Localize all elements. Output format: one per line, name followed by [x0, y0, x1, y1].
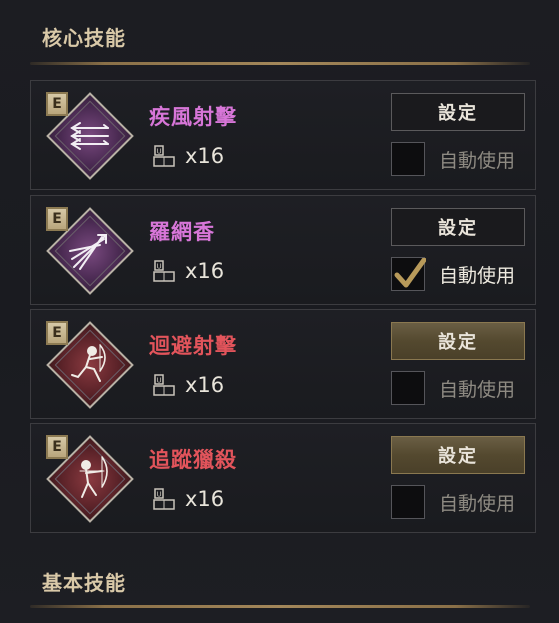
auto-use-label: 自動使用	[439, 378, 516, 401]
e-badge: E	[46, 207, 68, 231]
skill-card-3: E 迴避射擊 U x16 設定 自動使用	[30, 309, 536, 419]
e-badge: E	[46, 321, 68, 345]
leaping-archer-icon	[71, 344, 106, 382]
core-skills-header: 核心技能	[0, 0, 559, 65]
skill-count: U x16	[153, 486, 224, 512]
checkmark-icon	[394, 258, 426, 288]
auto-use-toggle[interactable]: 自動使用	[391, 370, 515, 406]
set-button[interactable]: 設定	[391, 93, 525, 131]
skill-icon-1[interactable]: E	[46, 92, 134, 180]
auto-use-checkbox[interactable]	[391, 142, 425, 176]
skill-name: 疾風射擊	[149, 105, 237, 129]
skill-icon-3[interactable]: E	[46, 321, 134, 409]
scroll-item-icon: U	[153, 488, 175, 510]
set-button[interactable]: 設定	[391, 436, 525, 474]
auto-use-checkbox[interactable]	[391, 371, 425, 405]
svg-text:U: U	[156, 263, 161, 271]
count-value: x16	[185, 144, 225, 168]
auto-use-label: 自動使用	[439, 264, 516, 287]
skill-name: 迴避射擊	[149, 334, 237, 358]
set-button[interactable]: 設定	[391, 322, 525, 360]
auto-use-checkbox[interactable]	[391, 485, 425, 519]
svg-text:U: U	[156, 148, 161, 156]
arrow-burst-icon	[69, 234, 107, 270]
skill-icon-2[interactable]: E	[46, 207, 134, 295]
aiming-archer-icon	[79, 456, 108, 498]
count-value: x16	[185, 373, 225, 397]
count-value: x16	[185, 259, 225, 283]
basic-divider	[30, 605, 530, 608]
count-value: x16	[185, 487, 225, 511]
svg-text:U: U	[156, 377, 161, 385]
skill-card-2: E 羅網香 U x16 設定 自動使用	[30, 195, 536, 305]
auto-use-checkbox[interactable]	[391, 257, 426, 291]
e-badge: E	[46, 435, 68, 459]
scroll-item-icon: U	[153, 260, 175, 282]
skill-name: 追蹤獵殺	[149, 448, 237, 472]
auto-use-toggle[interactable]: 自動使用	[391, 256, 515, 292]
e-badge: E	[46, 92, 68, 116]
basic-skills-header: 基本技能	[0, 545, 559, 608]
skill-count: U x16	[153, 258, 224, 284]
skill-count: U x16	[153, 143, 224, 169]
core-skills-title: 核心技能	[42, 26, 126, 50]
svg-text:U: U	[156, 491, 161, 499]
core-divider	[30, 62, 530, 65]
auto-use-toggle[interactable]: 自動使用	[391, 141, 515, 177]
auto-use-label: 自動使用	[439, 492, 516, 515]
skill-name: 羅網香	[149, 220, 215, 244]
auto-use-label: 自動使用	[439, 149, 516, 172]
skill-count: U x16	[153, 372, 224, 398]
auto-use-toggle[interactable]: 自動使用	[391, 484, 515, 520]
set-button[interactable]: 設定	[391, 208, 525, 246]
scroll-item-icon: U	[153, 374, 175, 396]
basic-skills-title: 基本技能	[42, 571, 126, 595]
skill-icon-4[interactable]: E	[46, 435, 134, 523]
triple-arrows-icon	[70, 122, 109, 150]
skill-card-1: E 疾風射擊 U x16 設定 自動使用	[30, 80, 536, 190]
skill-card-4: E 追蹤獵殺 U x16 設定 自動使用	[30, 423, 536, 533]
scroll-item-icon: U	[153, 145, 175, 167]
